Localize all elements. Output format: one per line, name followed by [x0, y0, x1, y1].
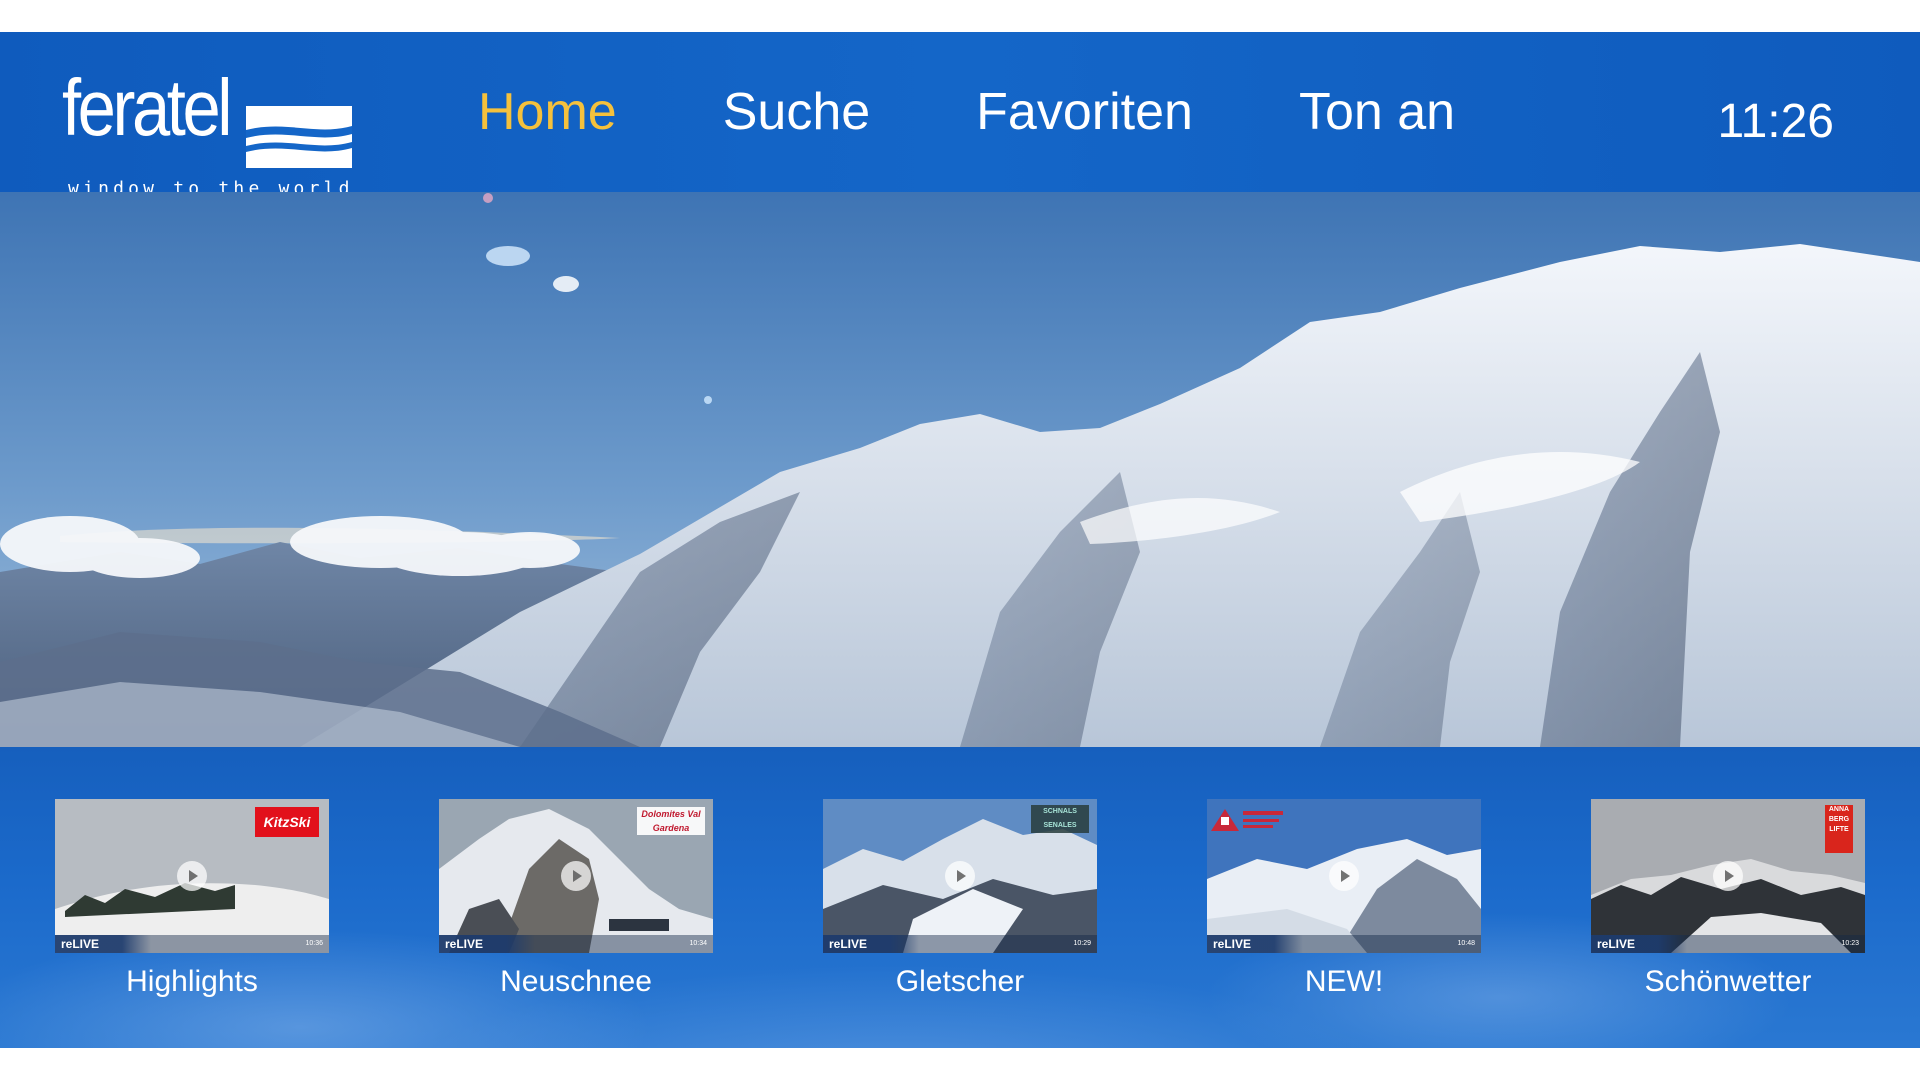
card-label: Highlights [126, 965, 258, 998]
card-label: Gletscher [895, 965, 1025, 998]
relive-label: reLIVE [1591, 935, 1687, 953]
annaberg-lifte-badge: ANNA BERG LIFTE [1825, 805, 1853, 853]
top-bar: feratel window to the world Home Suche F… [0, 32, 1920, 199]
category-card-highlights[interactable]: KitzSki reLIVE 10:36 Highlights [55, 799, 329, 999]
mountain-panorama-image [0, 192, 1920, 747]
category-card-neuschnee[interactable]: Dolomites Val Gardena reLIVE 10:34 Neusc… [439, 799, 713, 999]
thumbnail-time: 10:34 [689, 940, 707, 947]
nav-search[interactable]: Suche [723, 82, 870, 142]
play-icon [1713, 861, 1743, 891]
card-label: Neuschnee [500, 965, 652, 998]
thumbnail-time: 10:23 [1841, 940, 1859, 947]
card-thumbnail: Dolomites Val Gardena reLIVE 10:34 [439, 799, 713, 953]
nav-favorites[interactable]: Favoriten [976, 82, 1193, 142]
category-rail: KitzSki reLIVE 10:36 Highlights Dolomite… [0, 747, 1920, 1048]
relive-label: reLIVE [823, 935, 919, 953]
relive-label: reLIVE [55, 935, 151, 953]
clock: 11:26 [1717, 95, 1834, 148]
app-root: feratel window to the world Home Suche F… [0, 32, 1920, 1048]
relive-label: reLIVE [439, 935, 535, 953]
card-label: Schönwetter [1644, 965, 1812, 998]
nav-home[interactable]: Home [478, 82, 617, 142]
hero-webcam-view[interactable] [0, 192, 1920, 747]
resort-logo-icon [1211, 809, 1283, 831]
relive-label: reLIVE [1207, 935, 1303, 953]
main-nav: Home Suche Favoriten Ton an [478, 32, 1561, 192]
thumbnail-time: 10:36 [305, 940, 323, 947]
card-thumbnail: KitzSki reLIVE 10:36 [55, 799, 329, 953]
schnals-senales-badge: SCHNALS SENALES [1031, 805, 1089, 833]
thumbnail-time: 10:29 [1073, 940, 1091, 947]
card-thumbnail: ANNA BERG LIFTE reLIVE 10:23 [1591, 799, 1865, 953]
feratel-logo: feratel window to the world [62, 63, 362, 199]
logo-mark-icon [246, 106, 352, 168]
nav-sound-toggle[interactable]: Ton an [1299, 82, 1455, 142]
card-thumbnail: SCHNALS SENALES reLIVE 10:29 [823, 799, 1097, 953]
category-card-schoenwetter[interactable]: ANNA BERG LIFTE reLIVE 10:23 Schönwetter [1591, 799, 1865, 999]
play-icon [1329, 861, 1359, 891]
kitzski-badge: KitzSki [255, 807, 319, 837]
logo-wordmark: feratel [62, 63, 233, 152]
card-label: NEW! [1304, 965, 1384, 998]
category-card-new[interactable]: reLIVE 10:48 NEW! [1207, 799, 1481, 999]
play-icon [561, 861, 591, 891]
val-gardena-badge: Dolomites Val Gardena [637, 807, 705, 835]
category-card-gletscher[interactable]: SCHNALS SENALES reLIVE 10:29 Gletscher [823, 799, 1097, 999]
thumbnail-time: 10:48 [1457, 940, 1475, 947]
card-thumbnail: reLIVE 10:48 [1207, 799, 1481, 953]
play-icon [177, 861, 207, 891]
play-icon [945, 861, 975, 891]
